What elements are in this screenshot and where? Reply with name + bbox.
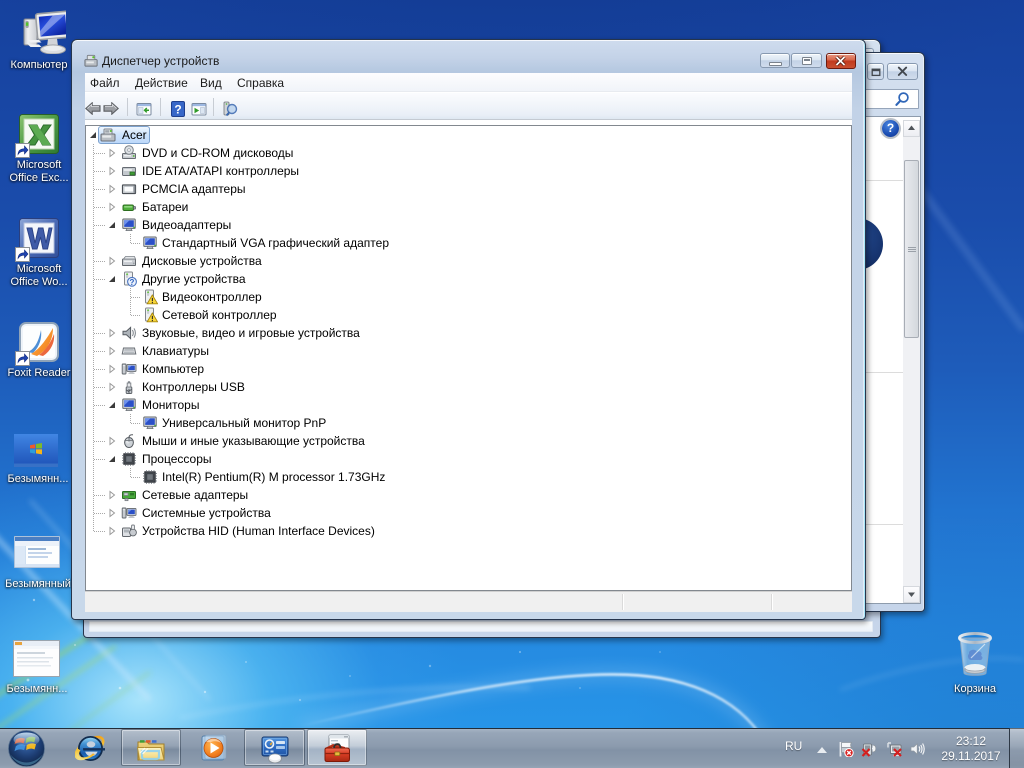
svg-text:?: ? bbox=[174, 103, 181, 117]
svg-text:?: ? bbox=[130, 278, 135, 287]
